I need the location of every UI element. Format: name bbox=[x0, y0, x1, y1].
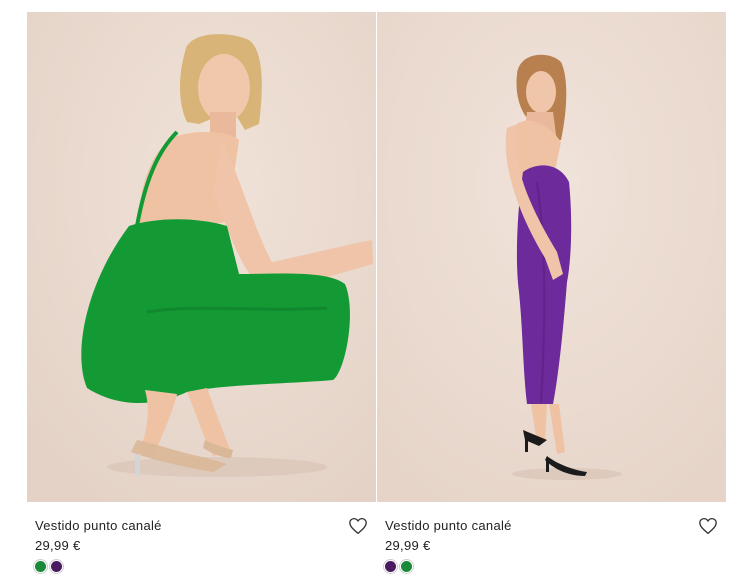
color-swatch-purple[interactable] bbox=[51, 561, 62, 572]
product-price: 29,99 € bbox=[35, 538, 81, 553]
product-grid: Vestido punto canalé 29,99 € Vestido pun… bbox=[27, 12, 726, 579]
color-swatches bbox=[35, 561, 62, 572]
color-swatch-green[interactable] bbox=[35, 561, 46, 572]
product-photo[interactable] bbox=[377, 12, 726, 502]
product-card[interactable]: Vestido punto canalé 29,99 € bbox=[27, 12, 376, 579]
color-swatch-green[interactable] bbox=[401, 561, 412, 572]
product-name[interactable]: Vestido punto canalé bbox=[35, 518, 162, 533]
product-photo[interactable] bbox=[27, 12, 376, 502]
product-price: 29,99 € bbox=[385, 538, 431, 553]
model-green-dress-image bbox=[27, 12, 376, 502]
model-purple-dress-image bbox=[377, 12, 726, 502]
color-swatch-purple[interactable] bbox=[385, 561, 396, 572]
product-name[interactable]: Vestido punto canalé bbox=[385, 518, 512, 533]
heart-outline-icon[interactable] bbox=[348, 517, 368, 535]
heart-outline-icon[interactable] bbox=[698, 517, 718, 535]
color-swatches bbox=[385, 561, 412, 572]
product-card[interactable]: Vestido punto canalé 29,99 € bbox=[377, 12, 726, 579]
